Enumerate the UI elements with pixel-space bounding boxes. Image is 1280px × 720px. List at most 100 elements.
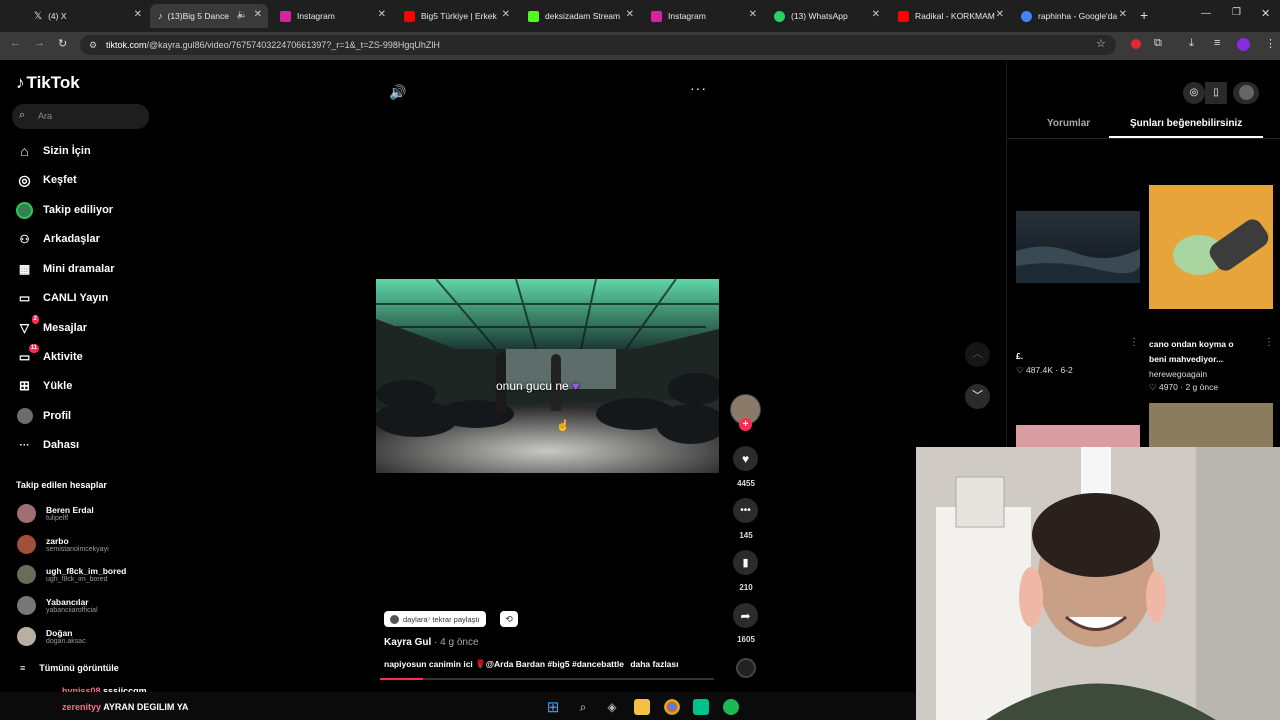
extension-red-icon[interactable] [1131, 39, 1141, 49]
device-button[interactable]: ▯ [1205, 82, 1227, 104]
suggested-thumb[interactable] [1149, 185, 1273, 309]
spotify-icon[interactable] [723, 699, 739, 715]
tiktok-logo[interactable]: ♪ TikTok [16, 73, 80, 93]
card-title[interactable]: £. [1016, 351, 1023, 361]
tab-youtube-radikal[interactable]: Radikal - KORKMAM ✕ [890, 4, 1010, 28]
music-disc-icon[interactable] [736, 658, 756, 678]
whatsapp-icon [774, 10, 785, 22]
extensions-icon[interactable]: ⧉ [1154, 37, 1162, 50]
more-options-icon[interactable]: ··· [690, 80, 707, 96]
close-tab-icon[interactable]: ✕ [254, 9, 262, 20]
sidebar-item-live[interactable]: ▭ CANLI Yayın [16, 287, 108, 309]
chrome-icon[interactable] [664, 699, 680, 715]
profile-avatar[interactable] [1237, 38, 1250, 51]
sidebar-item-label: CANLI Yayın [43, 292, 109, 304]
download-icon[interactable]: ⤓ [1189, 37, 1194, 50]
sidebar-item-more[interactable]: ··· Dahası [16, 434, 80, 456]
tab-tiktok[interactable]: ♪ (13)Big 5 Dance 🔈 ✕ [150, 4, 268, 28]
card-menu-icon[interactable]: ⋮ [1264, 337, 1274, 348]
back-icon[interactable]: ← [10, 37, 21, 49]
suggested-thumb[interactable] [1149, 403, 1273, 451]
url-field[interactable]: ⚙ tiktok.com/@kayra.gul86/video/76757403… [80, 35, 1116, 55]
followed-account[interactable]: Beren Erdal tulipelff [17, 504, 94, 523]
menu-dots-icon[interactable]: ⋮ [1265, 37, 1276, 50]
view-all-accounts[interactable]: ≡ Tümünü görüntüle [20, 663, 119, 673]
sidebar-item-label: Mesajlar [43, 322, 88, 334]
maximize-icon[interactable]: ❐ [1232, 7, 1241, 18]
author-name[interactable]: Kayra Gul [384, 637, 431, 648]
close-tab-icon[interactable]: ✕ [872, 9, 880, 20]
sidebar-item-label: Aktivite [43, 351, 83, 363]
friends-icon: ⚇ [19, 233, 30, 246]
comment-button[interactable]: ••• [733, 498, 758, 523]
sidebar-item-following[interactable]: Takip ediliyor [16, 199, 113, 221]
followed-account[interactable]: ugh_f8ck_im_bored ugh_f8ck_im_bored [17, 565, 126, 584]
tab-instagram[interactable]: Instagram ✕ [272, 4, 392, 28]
sidebar-item-label: Keşfet [43, 174, 77, 186]
like-button[interactable]: ♥ [733, 446, 758, 471]
close-tab-icon[interactable]: ✕ [378, 9, 386, 20]
steam-icon[interactable]: ◈ [604, 699, 620, 715]
close-window-icon[interactable]: ✕ [1261, 7, 1270, 20]
sidebar-item-for-you[interactable]: ⌂ Sizin İçin [16, 140, 90, 162]
tab-suggested[interactable]: Şunları beğenebilirsiniz [1130, 118, 1242, 129]
close-tab-icon[interactable]: ✕ [134, 9, 142, 20]
card-title[interactable]: cano ondan koyma o beni mahvediyor... [1149, 337, 1249, 367]
sidebar-item-profile[interactable]: Profil [16, 405, 71, 427]
tab-instagram-2[interactable]: Instagram ✕ [643, 4, 763, 28]
compass-button[interactable]: ◎ [1183, 82, 1205, 104]
chat-message: zerenityy AYRAN DEGILIM YA [62, 702, 188, 712]
next-video-button[interactable]: ﹀ [965, 384, 990, 409]
video-frame[interactable]: onun gucu ne ♥ ☝ [376, 279, 719, 473]
card-menu-icon[interactable]: ⋮ [1129, 337, 1139, 348]
sidebar-item-messages[interactable]: ▽ 2 Mesajlar [16, 314, 88, 339]
volume-icon[interactable]: 🔊 [389, 84, 406, 101]
bookmark-star-icon[interactable]: ☆ [1096, 37, 1106, 50]
search-icon[interactable]: ⌕ [575, 699, 591, 715]
share-button[interactable]: ➦ [733, 603, 758, 628]
site-settings-icon[interactable]: ⚙ [89, 35, 97, 55]
followed-account[interactable]: Doğan dogan.aksac [17, 627, 86, 646]
reload-icon[interactable]: ↻ [58, 37, 67, 50]
sidebar-item-friends[interactable]: ⚇ Arkadaşlar [16, 228, 100, 250]
repost-chip[interactable]: daylara⁷ tekrar paylaştı [384, 611, 486, 627]
follow-plus-icon[interactable]: + [739, 418, 752, 431]
minimize-icon[interactable]: — [1201, 8, 1211, 19]
sidebar-item-label: Takip ediliyor [43, 204, 114, 216]
close-tab-icon[interactable]: ✕ [749, 9, 757, 20]
followed-account[interactable]: zarbo semistanolmcekyayi [17, 535, 109, 554]
tab-label: (13)Big 5 Dance [167, 11, 229, 21]
tab-x[interactable]: 𝕏 (4) X ✕ [26, 4, 148, 28]
more-icon: ··· [19, 439, 30, 451]
save-button[interactable]: ▮ [733, 550, 758, 575]
tab-youtube-big5[interactable]: Big5 Türkiye | Erkek ✕ [396, 4, 516, 28]
avatar [17, 596, 36, 615]
app-icon[interactable] [693, 699, 709, 715]
user-avatar-button[interactable] [1233, 82, 1259, 104]
close-tab-icon[interactable]: ✕ [502, 9, 510, 20]
tab-comments[interactable]: Yorumlar [1047, 118, 1090, 129]
new-tab-icon[interactable]: + [1140, 7, 1148, 23]
previous-video-button[interactable]: ︿ [965, 342, 990, 367]
search-input[interactable]: ⌕ Ara [12, 104, 149, 129]
comment-count: 145 [739, 531, 753, 540]
tab-google[interactable]: raphinha - Google'da ✕ [1013, 4, 1133, 28]
windows-start-icon[interactable]: ⊞ [545, 699, 561, 716]
close-tab-icon[interactable]: ✕ [626, 9, 634, 20]
tab-kick[interactable]: deksizadam Stream ✕ [520, 4, 640, 28]
see-more-link[interactable]: daha fazlası [630, 659, 678, 669]
suggested-thumb[interactable] [1016, 211, 1140, 283]
tab-whatsapp[interactable]: (13) WhatsApp ✕ [766, 4, 886, 28]
sidebar-item-upload[interactable]: ⊞ Yükle [16, 375, 72, 397]
sidebar-item-mini-dramas[interactable]: ▦ Mini dramalar [16, 258, 115, 280]
followed-account[interactable]: Yabancılar yabanciiarofficial [17, 596, 98, 615]
close-tab-icon[interactable]: ✕ [1119, 9, 1127, 20]
repost-icon[interactable]: ⟲ [500, 611, 518, 627]
sidebar-item-explore[interactable]: ◎ Keşfet [16, 169, 77, 191]
media-control-icon[interactable]: ≡ [1214, 37, 1220, 49]
sidebar-item-activity[interactable]: ▭ 11 Aktivite [16, 343, 83, 368]
close-tab-icon[interactable]: ✕ [996, 9, 1004, 20]
forward-icon[interactable]: → [34, 37, 45, 49]
progress-track[interactable] [380, 678, 714, 680]
file-explorer-icon[interactable] [634, 699, 650, 715]
